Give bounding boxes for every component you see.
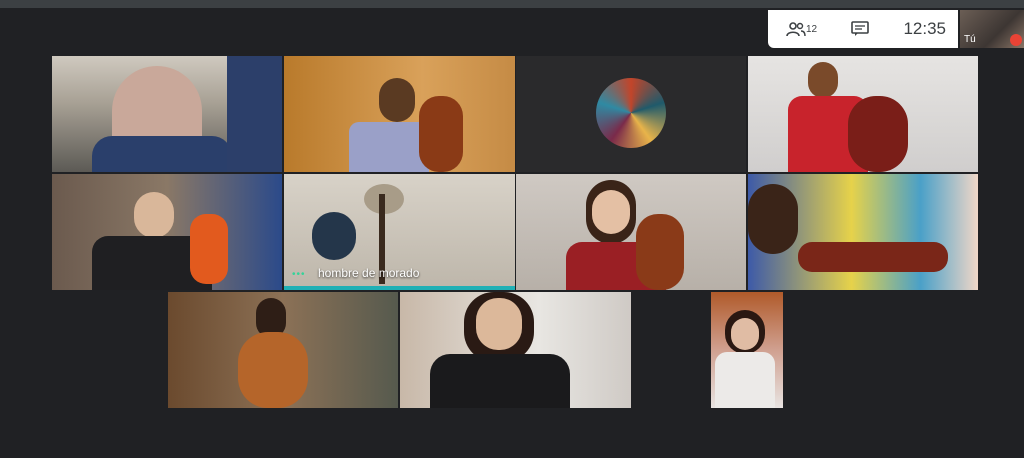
participant-tile[interactable] xyxy=(52,174,282,290)
chat-icon xyxy=(851,21,870,36)
mic-off-icon xyxy=(1010,34,1022,46)
participant-tile[interactable] xyxy=(400,292,631,408)
browser-top-strip xyxy=(0,0,1024,8)
meeting-info-panel: 12 12:35 xyxy=(768,10,958,48)
people-icon xyxy=(786,22,806,37)
participant-count: 12 xyxy=(806,23,818,35)
participant-tile[interactable] xyxy=(516,56,746,172)
speaking-indicator-icon: ••• xyxy=(292,269,306,280)
clock-time: 12:35 xyxy=(903,19,946,38)
participants-button[interactable]: 12 xyxy=(786,21,817,37)
participant-name: hombre de morado xyxy=(318,266,420,280)
participant-tile[interactable] xyxy=(748,174,978,290)
participant-tile[interactable] xyxy=(748,56,978,172)
active-speaker-bar xyxy=(284,286,515,290)
participant-tile[interactable] xyxy=(711,292,783,408)
self-view-tile[interactable]: Tú xyxy=(960,10,1024,48)
self-label: Tú xyxy=(964,34,976,45)
avatar xyxy=(596,78,666,148)
participant-tile[interactable] xyxy=(168,292,398,408)
chat-button[interactable] xyxy=(851,21,870,37)
participant-tile[interactable]: hombre de morado ••• xyxy=(284,174,515,290)
participant-tile[interactable] xyxy=(516,174,746,290)
participant-tile[interactable] xyxy=(52,56,282,172)
participant-tile[interactable] xyxy=(284,56,515,172)
